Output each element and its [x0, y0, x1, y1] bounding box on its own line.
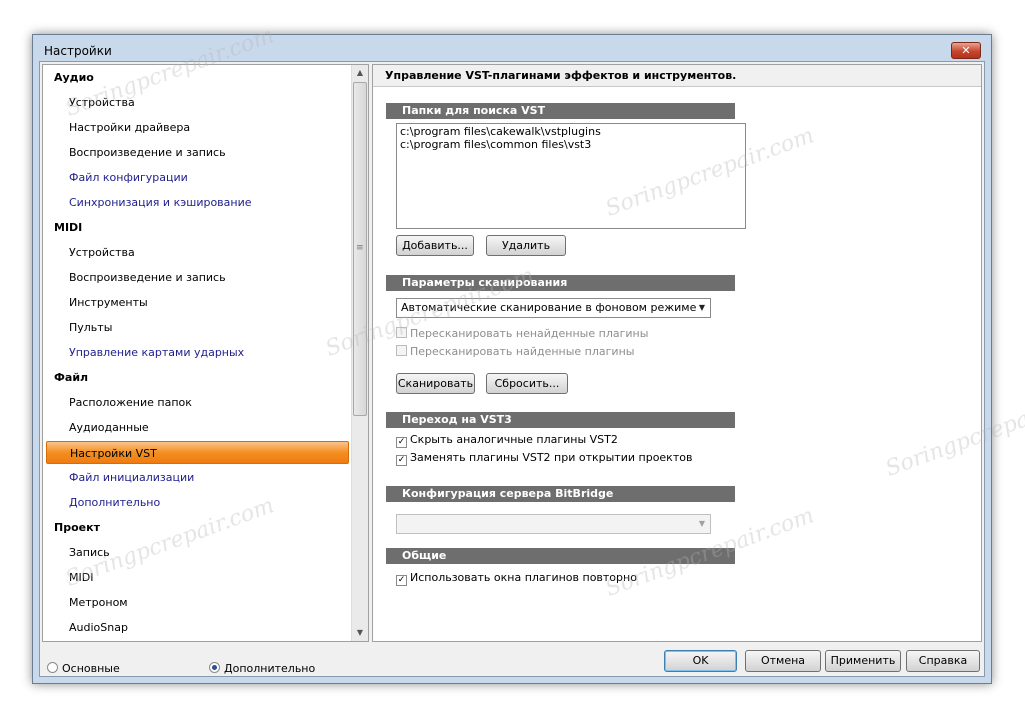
settings-panel: Управление VST-плагинами эффектов и инст… [372, 64, 982, 642]
apply-button[interactable]: Применить [825, 650, 901, 672]
scan-mode-value: Автоматические сканирование в фоновом ре… [401, 301, 697, 314]
tree-item[interactable]: Инструменты [46, 291, 349, 314]
tree-item[interactable]: Файл инициализации [46, 466, 349, 489]
tree-item[interactable]: Настройки драйвера [46, 116, 349, 139]
list-item[interactable]: c:\program files\cakewalk\vstplugins [400, 125, 742, 138]
radio-label: Основные [62, 662, 120, 675]
rescan-failed-checkbox[interactable]: Пересканировать ненайденные плагины [396, 326, 648, 341]
advanced-view-radio[interactable]: Дополнительно [209, 661, 315, 677]
tree-item[interactable]: Воспроизведение и запись [46, 266, 349, 289]
close-button[interactable]: ✕ [951, 42, 981, 59]
panel-header: Управление VST-плагинами эффектов и инст… [373, 65, 981, 87]
dropdown-icon: ▼ [698, 519, 705, 528]
grip-icon: ≡ [356, 243, 364, 253]
tree-item[interactable]: Файл конфигурации [46, 166, 349, 189]
tree-category[interactable]: Аудио [46, 66, 349, 89]
checkbox-label: Пересканировать ненайденные плагины [410, 327, 649, 340]
radio-label: Дополнительно [224, 662, 316, 675]
scroll-up-icon[interactable]: ▲ [352, 65, 368, 81]
section-bitbridge: Конфигурация сервера BitBridge [386, 486, 735, 502]
remove-folder-button[interactable]: Удалить [486, 235, 566, 256]
scroll-down-icon[interactable]: ▼ [352, 625, 368, 641]
scan-mode-select[interactable]: Автоматические сканирование в фоновом ре… [396, 298, 711, 318]
radio-button [47, 662, 58, 673]
list-item[interactable]: c:\program files\common files\vst3 [400, 138, 742, 151]
dropdown-icon: ▼ [698, 303, 705, 312]
rescan-existing-checkbox[interactable]: Пересканировать найденные плагины [396, 344, 634, 359]
tree-item[interactable]: Метроном [46, 591, 349, 614]
tree-item[interactable]: Настройки VST [46, 441, 349, 464]
tree-item[interactable]: Синхронизация и кэширование [46, 191, 349, 214]
reset-button[interactable]: Сбросить... [486, 373, 568, 394]
vst-folders-list[interactable]: c:\program files\cakewalk\vstplugins c:\… [396, 123, 746, 229]
basic-view-radio[interactable]: Основные [47, 661, 120, 677]
section-vst3-migration: Переход на VST3 [386, 412, 735, 428]
checkbox-label: Заменять плагины VST2 при открытии проек… [410, 451, 693, 464]
tree-item[interactable]: Устройства [46, 91, 349, 114]
check-icon: ✓ [396, 455, 407, 466]
hide-vst2-checkbox[interactable]: ✓ Скрыть аналогичные плагины VST2 [396, 432, 618, 448]
tree-item[interactable]: Запись [46, 541, 349, 564]
replace-vst2-checkbox[interactable]: ✓ Заменять плагины VST2 при открытии прое… [396, 450, 693, 466]
tree-item[interactable]: Воспроизведение и запись [46, 141, 349, 164]
ok-button[interactable]: OK [664, 650, 737, 672]
checkbox-box [396, 345, 407, 356]
tree-item[interactable]: Расположение папок [46, 391, 349, 414]
close-icon: ✕ [961, 44, 971, 57]
section-scan-options: Параметры сканирования [386, 275, 735, 291]
section-general: Общие [386, 548, 735, 564]
help-button[interactable]: Справка [906, 650, 980, 672]
tree-item[interactable]: Управление картами ударных [46, 341, 349, 364]
tree-item[interactable]: Пульты [46, 316, 349, 339]
tree-category[interactable]: MIDI [46, 216, 349, 239]
scrollbar-thumb[interactable]: ≡ [353, 82, 367, 416]
tree-item[interactable]: AudioSnap [46, 616, 349, 639]
dialog-client-area: Аудио Устройства Настройки драйвера Воспрои… [39, 61, 985, 677]
bitbridge-select[interactable]: ▼ [396, 514, 711, 534]
cancel-button[interactable]: Отмена [745, 650, 821, 672]
add-folder-button[interactable]: Добавить... [396, 235, 474, 256]
checkbox-label: Использовать окна плагинов повторно [410, 571, 637, 584]
radio-button [209, 662, 220, 673]
tree-item[interactable]: MIDI [46, 566, 349, 589]
checkbox-label: Скрыть аналогичные плагины VST2 [410, 433, 618, 446]
tree-item[interactable]: Аудиоданные [46, 416, 349, 439]
reuse-plugin-windows-checkbox[interactable]: ✓ Использовать окна плагинов повторно [396, 570, 637, 586]
tree-item[interactable]: Устройства [46, 241, 349, 264]
window-title: Настройки [44, 44, 112, 58]
tree-item[interactable]: Дополнительно [46, 491, 349, 514]
checkbox-box [396, 327, 407, 338]
checkbox-label: Пересканировать найденные плагины [410, 345, 635, 358]
scan-button[interactable]: Сканировать [396, 373, 475, 394]
check-icon: ✓ [396, 437, 407, 448]
tree-category[interactable]: Файл [46, 366, 349, 389]
section-vst-folders: Папки для поиска VST [386, 103, 735, 119]
check-icon: ✓ [396, 575, 407, 586]
settings-dialog: Настройки ✕ Аудио Устройства Настройки дра… [32, 34, 992, 684]
tree-scrollbar[interactable]: ▲ ≡ ▼ [351, 65, 368, 641]
settings-tree: Аудио Устройства Настройки драйвера Воспрои… [42, 64, 369, 642]
tree-category[interactable]: Проект [46, 516, 349, 539]
